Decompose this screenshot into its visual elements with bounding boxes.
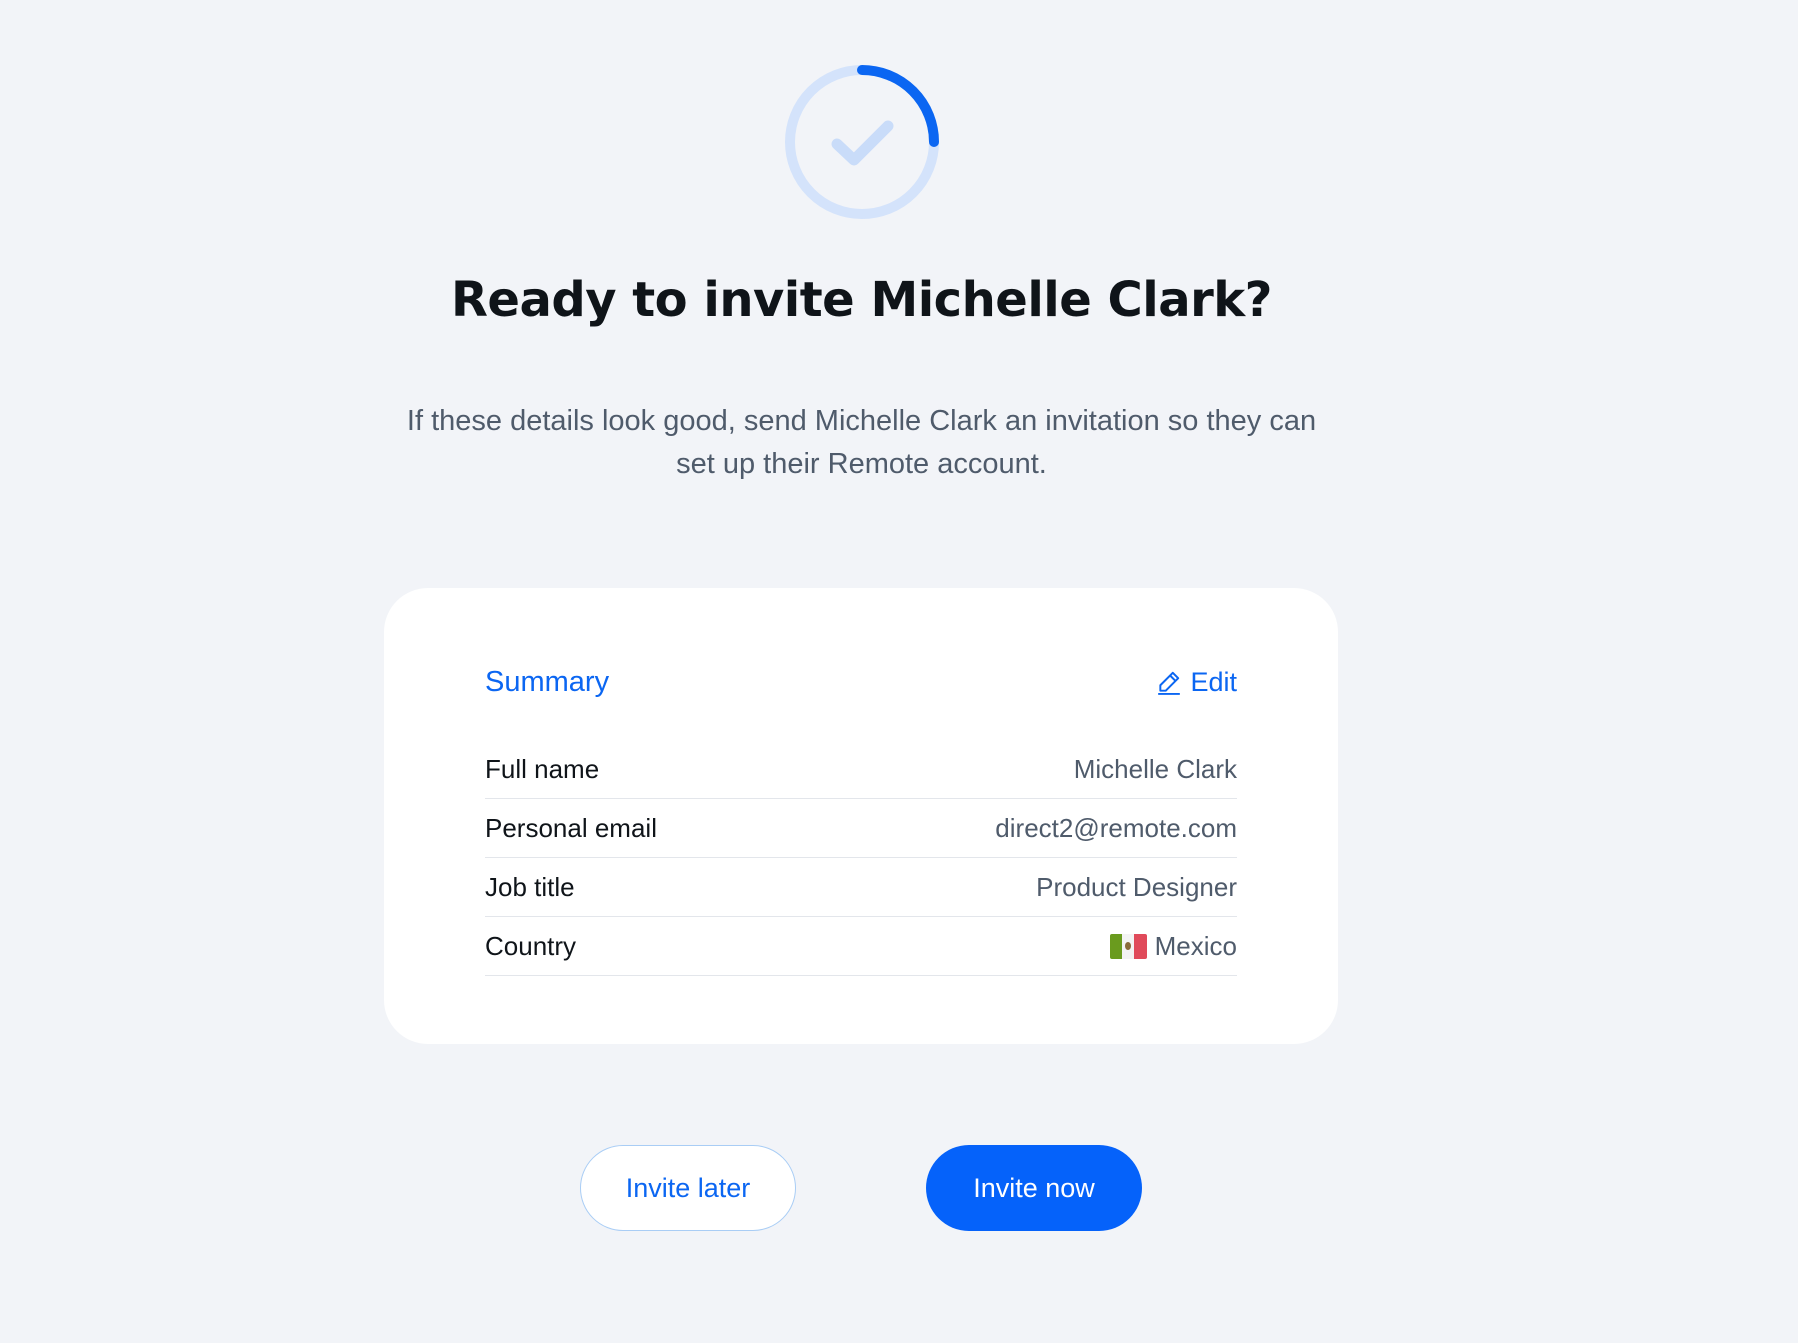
mexico-flag-icon [1109, 933, 1147, 959]
summary-card: Summary Edit Full name Michelle Clark Pe… [384, 588, 1338, 1044]
detail-label: Full name [485, 753, 600, 784]
detail-value: Product Designer [1036, 871, 1237, 902]
detail-value: Michelle Clark [1073, 753, 1237, 784]
detail-label: Job title [485, 871, 575, 902]
detail-label: Country [485, 930, 577, 961]
detail-row-country: Country Mexico [485, 917, 1237, 976]
details-list: Full name Michelle Clark Personal email … [485, 740, 1237, 976]
country-name: Mexico [1154, 930, 1237, 961]
invite-now-button[interactable]: Invite now [926, 1145, 1142, 1231]
edit-button[interactable]: Edit [1156, 667, 1237, 698]
detail-value: direct2@remote.com [995, 812, 1237, 843]
page-subtitle: If these details look good, send Michell… [406, 405, 1317, 480]
page-title: Ready to invite Michelle Clark? [450, 272, 1273, 328]
summary-title: Summary [485, 665, 610, 698]
summary-header: Summary Edit [485, 662, 1237, 702]
invite-confirmation-page: Ready to invite Michelle Clark? If these… [0, 0, 1798, 1343]
pencil-icon [1158, 671, 1181, 695]
detail-label: Personal email [485, 812, 657, 843]
detail-value-country: Mexico [1109, 930, 1237, 962]
check-icon [785, 65, 939, 219]
detail-row-personal-email: Personal email direct2@remote.com [485, 799, 1237, 858]
edit-label: Edit [1190, 666, 1237, 697]
invite-later-button[interactable]: Invite later [580, 1145, 796, 1231]
detail-row-full-name: Full name Michelle Clark [485, 740, 1237, 799]
detail-row-job-title: Job title Product Designer [485, 858, 1237, 917]
progress-ring [782, 62, 942, 222]
